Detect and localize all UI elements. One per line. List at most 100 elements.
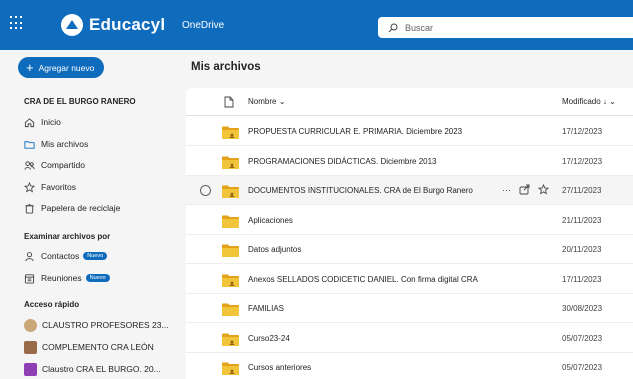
nav-item-compartido[interactable]: Compartido — [24, 157, 85, 173]
quick-access-label: COMPLEMENTO CRA LEÓN — [42, 342, 154, 352]
quick-access-item[interactable]: Claustro CRA EL BURGO. 20... — [24, 361, 161, 377]
new-badge: Nuevo — [83, 252, 108, 260]
more-options-icon[interactable]: ··· — [502, 185, 511, 195]
brand-logo[interactable]: Educacyl — [61, 14, 165, 36]
org-name: CRA DE EL BURGO RANERO — [24, 97, 136, 106]
modified-date: 20/11/2023 — [562, 245, 602, 254]
nav-item-reuniones[interactable]: Reuniones Nuevo — [24, 270, 110, 286]
modified-date: 30/08/2023 — [562, 304, 603, 313]
browse-heading: Examinar archivos por — [24, 232, 111, 241]
nav-item-papelera[interactable]: Papelera de reciclaje — [24, 200, 120, 216]
group-avatar-icon — [24, 318, 37, 332]
column-header-modified-label: Modificado — [562, 97, 601, 106]
sidebar: + Agregar nuevo CRA DE EL BURGO RANERO I… — [0, 50, 180, 379]
column-header-name[interactable]: Nombre ⌄ — [248, 97, 285, 106]
nav-label: Reuniones — [41, 273, 82, 283]
shared-folder-icon — [222, 333, 239, 346]
add-new-label: Agregar nuevo — [38, 62, 95, 73]
file-name[interactable]: Cursos anteriores — [248, 363, 311, 372]
shared-folder-icon — [222, 185, 239, 198]
search-input[interactable]: Buscar — [378, 17, 633, 38]
chevron-down-icon: ⌄ — [609, 97, 616, 106]
quick-access-item[interactable]: CLAUSTRO PROFESORES 23... — [24, 317, 169, 333]
nav-item-favoritos[interactable]: Favoritos — [24, 179, 76, 195]
modified-date: 17/12/2023 — [562, 156, 603, 166]
modified-date: 21/11/2023 — [562, 215, 602, 225]
folder-icon — [222, 244, 239, 257]
column-header-name-label: Nombre — [248, 97, 277, 106]
calendar-icon — [24, 273, 35, 284]
person-icon — [25, 251, 34, 261]
quick-access-item[interactable]: COMPLEMENTO CRA LEÓN — [24, 339, 154, 355]
nav-item-contactos[interactable]: Contactos Nuevo — [24, 248, 108, 264]
favorite-star-icon[interactable] — [538, 184, 549, 195]
brand-name: Educacyl — [89, 15, 166, 34]
row-actions: ··· — [502, 184, 549, 195]
modified-date: 17/12/2023 — [562, 127, 603, 136]
new-badge: Nuevo — [85, 274, 110, 282]
file-name[interactable]: Anexos SELLADOS CODICETIC DANIEL. Con fi… — [248, 275, 478, 284]
share-icon[interactable] — [519, 184, 530, 195]
chevron-down-icon: ⌄ — [278, 97, 286, 106]
table-row[interactable]: Aplicaciones 21/11/2023 — [186, 206, 633, 235]
modified-date: 05/07/2023 — [562, 333, 603, 343]
top-bar: Educacyl OneDrive Buscar — [0, 0, 633, 50]
select-radio[interactable] — [200, 185, 211, 196]
app-launcher-icon[interactable] — [10, 16, 24, 30]
modified-date: 17/11/2023 — [562, 274, 602, 284]
nav-item-inicio[interactable]: Inicio — [24, 114, 61, 130]
list-header: Nombre ⌄ Modificado ↓ ⌄ — [186, 88, 633, 116]
table-row[interactable]: Datos adjuntos 20/11/2023 — [186, 235, 633, 264]
file-name[interactable]: PROGRAMACIONES DIDÁCTICAS. Diciembre 201… — [248, 157, 437, 166]
app-name[interactable]: OneDrive — [182, 20, 224, 31]
nav-label: Inicio — [41, 117, 61, 127]
shared-folder-icon — [222, 156, 239, 169]
quick-access-heading: Acceso rápido — [24, 300, 80, 309]
nav-label: Contactos — [41, 251, 80, 261]
file-type-icon[interactable] — [224, 96, 234, 108]
column-header-modified[interactable]: Modificado ↓ ⌄ — [562, 97, 616, 106]
plus-icon: + — [26, 60, 34, 75]
nav-item-mis-archivos[interactable]: Mis archivos — [24, 136, 88, 152]
folder-icon — [222, 215, 239, 228]
table-row[interactable]: Anexos SELLADOS CODICETIC DANIEL. Con fi… — [186, 265, 633, 294]
search-placeholder: Buscar — [405, 22, 434, 33]
nav-label: Mis archivos — [41, 139, 89, 149]
nav-label: Favoritos — [41, 182, 76, 192]
nav-label: Papelera de reciclaje — [41, 203, 121, 213]
table-row[interactable]: FAMILIAS 30/08/2023 — [186, 294, 633, 323]
table-row[interactable]: Curso23-24 05/07/2023 — [186, 324, 633, 353]
people-icon — [24, 160, 35, 170]
file-name[interactable]: Curso23-24 — [248, 334, 290, 343]
file-name[interactable]: DOCUMENTOS INSTITUCIONALES. CRA de El Bu… — [248, 186, 473, 195]
modified-date: 27/11/2023 — [562, 186, 602, 195]
nav-label: Compartido — [41, 160, 85, 170]
file-name[interactable]: FAMILIAS — [248, 304, 284, 313]
file-name[interactable]: Datos adjuntos — [248, 245, 301, 254]
add-new-button[interactable]: + Agregar nuevo — [18, 57, 104, 78]
table-row[interactable]: Cursos anteriores 05/07/2023 — [186, 353, 633, 379]
logo-icon — [61, 14, 83, 36]
file-name[interactable]: Aplicaciones — [248, 216, 293, 225]
table-row[interactable]: DOCUMENTOS INSTITUCIONALES. CRA de El Bu… — [186, 176, 633, 205]
page-title: Mis archivos — [191, 61, 261, 73]
folder-icon — [222, 303, 239, 316]
shared-folder-icon — [222, 274, 239, 287]
home-icon — [24, 117, 35, 127]
shared-folder-icon — [222, 126, 239, 139]
folder-icon — [24, 140, 35, 149]
trash-icon — [25, 203, 34, 214]
table-row[interactable]: PROGRAMACIONES DIDÁCTICAS. Diciembre 201… — [186, 147, 633, 176]
file-name[interactable]: PROPUESTA CURRICULAR E. PRIMARIA. Diciem… — [248, 127, 462, 136]
group-avatar-icon — [24, 340, 37, 354]
quick-access-label: Claustro CRA EL BURGO. 20... — [42, 364, 161, 374]
table-row[interactable]: PROPUESTA CURRICULAR E. PRIMARIA. Diciem… — [186, 117, 633, 146]
star-icon — [24, 181, 35, 192]
modified-date: 05/07/2023 — [562, 363, 603, 372]
search-icon — [388, 23, 398, 32]
sort-arrow-down-icon: ↓ — [602, 97, 607, 106]
file-list: Nombre ⌄ Modificado ↓ ⌄ PROPUESTA CURRIC… — [186, 88, 633, 379]
quick-access-label: CLAUSTRO PROFESORES 23... — [42, 320, 169, 330]
shared-folder-icon — [222, 362, 239, 375]
group-avatar-icon — [24, 362, 37, 376]
